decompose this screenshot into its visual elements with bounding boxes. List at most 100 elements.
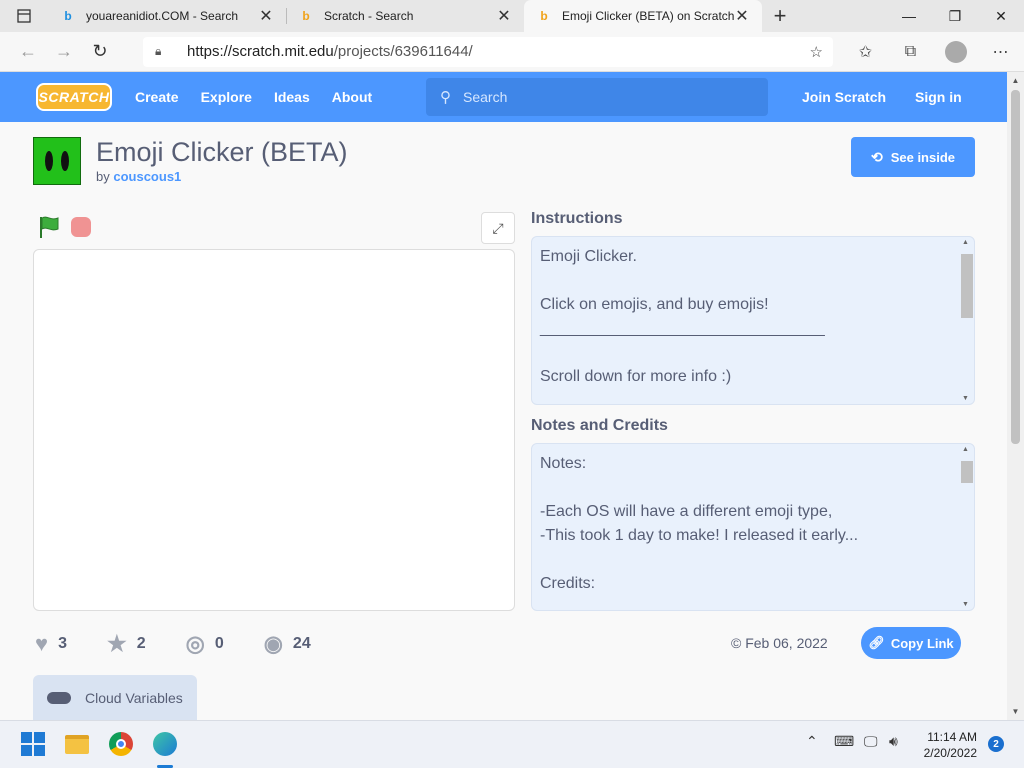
taskbar-clock[interactable]: 11:14 AM 2/20/2022: [921, 729, 977, 761]
collections-icon[interactable]: ⧉: [888, 36, 933, 68]
keyboard-icon[interactable]: ⌨: [834, 733, 854, 750]
minimize-button[interactable]: —: [886, 0, 932, 32]
forward-button[interactable]: →: [46, 36, 82, 68]
back-button[interactable]: ←: [10, 36, 46, 68]
author-link[interactable]: couscous1: [113, 169, 181, 184]
tab-title: Scratch - Search: [324, 9, 414, 23]
close-tab-icon[interactable]: ✕: [734, 6, 750, 26]
refresh-button[interactable]: ↻: [82, 36, 118, 68]
chrome-button[interactable]: [108, 731, 134, 757]
fullscreen-icon: ⤢: [492, 219, 504, 236]
notes-box[interactable]: Notes: -Each OS will have a different em…: [531, 443, 975, 611]
project-thumbnail[interactable]: [33, 137, 81, 185]
scroll-up-icon[interactable]: ▲: [1007, 72, 1024, 89]
folder-icon: [65, 734, 89, 754]
stop-icon[interactable]: [71, 217, 91, 237]
browser-toolbar: ← → ↻ 🔒︎ https://scratch.mit.edu/project…: [0, 32, 1024, 72]
browser-tabstrip: b youareanidiot.COM - Search ✕ b Scratch…: [0, 0, 1024, 32]
chevron-up-icon[interactable]: ⌃: [806, 733, 818, 750]
remix-icon: ◎: [185, 631, 205, 656]
chrome-icon: [109, 732, 133, 756]
nav-about[interactable]: About: [332, 89, 372, 105]
browser-right-tools: ✩ ⧉ ⋯: [843, 36, 1023, 68]
see-inside-label: See inside: [890, 149, 956, 165]
green-flag-icon[interactable]: [38, 215, 60, 239]
url-path: /projects/639611644/: [333, 43, 473, 60]
close-tab-icon[interactable]: ✕: [496, 6, 512, 26]
more-options-icon[interactable]: ⋯: [978, 36, 1023, 68]
scroll-down-icon[interactable]: ▼: [957, 601, 974, 608]
address-bar[interactable]: 🔒︎ https://scratch.mit.edu/projects/6396…: [143, 36, 833, 67]
remix-count: 0: [214, 635, 224, 652]
thumbnail-eye: [61, 151, 69, 171]
scroll-down-icon[interactable]: ▼: [957, 395, 974, 402]
fullscreen-button[interactable]: ⤢: [481, 212, 515, 244]
new-tab-button[interactable]: +: [762, 0, 798, 32]
scratch-logo[interactable]: SCRATCH: [36, 83, 112, 111]
view-count: 24: [292, 635, 311, 652]
close-tab-icon[interactable]: ✕: [258, 6, 274, 26]
project-stats: ♥ 3 ★ 2 ◎ 0 ◉ 24: [35, 631, 351, 657]
scroll-up-icon[interactable]: ▲: [957, 239, 974, 246]
edge-icon: [153, 732, 177, 756]
see-inside-icon: ⟲: [870, 148, 883, 165]
scroll-up-icon[interactable]: ▲: [957, 446, 974, 453]
windows-taskbar: ⌃ ⌨ 🖵︎ 🔊︎ 11:14 AM 2/20/2022 2: [0, 720, 1024, 768]
notes-scrollbar[interactable]: ▲ ▼: [957, 444, 974, 610]
network-icon[interactable]: 🖵︎: [864, 733, 878, 750]
project-stage[interactable]: [33, 249, 515, 611]
start-button[interactable]: [20, 731, 46, 757]
scratch-navbar: SCRATCH Create Explore Ideas About ⚲ Sea…: [0, 72, 1007, 122]
remix-stat: ◎ 0: [186, 631, 224, 657]
add-favorite-icon[interactable]: ☆: [810, 43, 823, 61]
profile-button[interactable]: [933, 36, 978, 68]
copy-link-button[interactable]: 🔗︎ Copy Link: [861, 627, 961, 659]
close-window-button[interactable]: ✕: [978, 0, 1024, 32]
love-stat[interactable]: ♥ 3: [35, 631, 67, 657]
thumbnail-eye: [45, 151, 53, 171]
cloud-icon: [47, 692, 71, 704]
notes-heading: Notes and Credits: [531, 417, 668, 434]
nav-ideas[interactable]: Ideas: [274, 89, 310, 105]
scrollbar-thumb[interactable]: [961, 461, 973, 483]
browser-tab-2[interactable]: b Scratch - Search ✕: [286, 0, 524, 32]
edge-button[interactable]: [152, 731, 178, 757]
bing-icon: b: [540, 9, 548, 23]
sign-in-link[interactable]: Sign in: [915, 89, 962, 105]
search-input[interactable]: ⚲ Search: [426, 78, 768, 116]
volume-icon[interactable]: 🔊︎: [889, 733, 898, 750]
search-icon: ⚲: [440, 89, 451, 106]
tab-actions-button[interactable]: [0, 0, 48, 32]
share-date: © Feb 06, 2022: [731, 635, 828, 651]
star-icon: ★: [106, 631, 127, 656]
search-placeholder: Search: [463, 89, 508, 105]
scroll-down-icon[interactable]: ▼: [1007, 703, 1024, 720]
page-scrollbar[interactable]: ▲ ▼: [1007, 72, 1024, 720]
tab-actions-icon: [17, 9, 31, 23]
favorite-stat[interactable]: ★ 2: [107, 631, 146, 657]
scrollbar-thumb[interactable]: [961, 254, 973, 318]
nav-explore[interactable]: Explore: [201, 89, 252, 105]
copy-link-label: Copy Link: [890, 635, 954, 651]
clock-time: 11:14 AM: [927, 730, 977, 744]
cloud-variables-label: Cloud Variables: [85, 690, 183, 706]
instructions-box[interactable]: Emoji Clicker. Click on emojis, and buy …: [531, 236, 975, 405]
tab-title: youareanidiot.COM - Search: [86, 9, 239, 23]
favorites-icon[interactable]: ✩: [843, 36, 888, 68]
file-explorer-button[interactable]: [64, 731, 90, 757]
nav-create[interactable]: Create: [135, 89, 179, 105]
bing-icon: b: [302, 9, 310, 23]
clock-date: 2/20/2022: [923, 746, 977, 760]
join-scratch-link[interactable]: Join Scratch: [802, 89, 886, 105]
browser-tab-3[interactable]: b Emoji Clicker (BETA) on Scratch ✕: [524, 0, 762, 32]
project-title: Emoji Clicker (BETA): [96, 137, 348, 167]
scrollbar-thumb[interactable]: [1011, 90, 1020, 444]
project-byline: by couscous1: [96, 169, 181, 184]
restore-button[interactable]: ❐: [932, 0, 978, 32]
heart-icon: ♥: [35, 631, 49, 656]
notification-badge[interactable]: 2: [988, 736, 1004, 752]
browser-tab-1[interactable]: b youareanidiot.COM - Search ✕: [48, 0, 286, 32]
instructions-scrollbar[interactable]: ▲ ▼: [957, 237, 974, 404]
see-inside-button[interactable]: ⟲ See inside: [851, 137, 975, 177]
instructions-text: Emoji Clicker. Click on emojis, and buy …: [540, 248, 825, 385]
